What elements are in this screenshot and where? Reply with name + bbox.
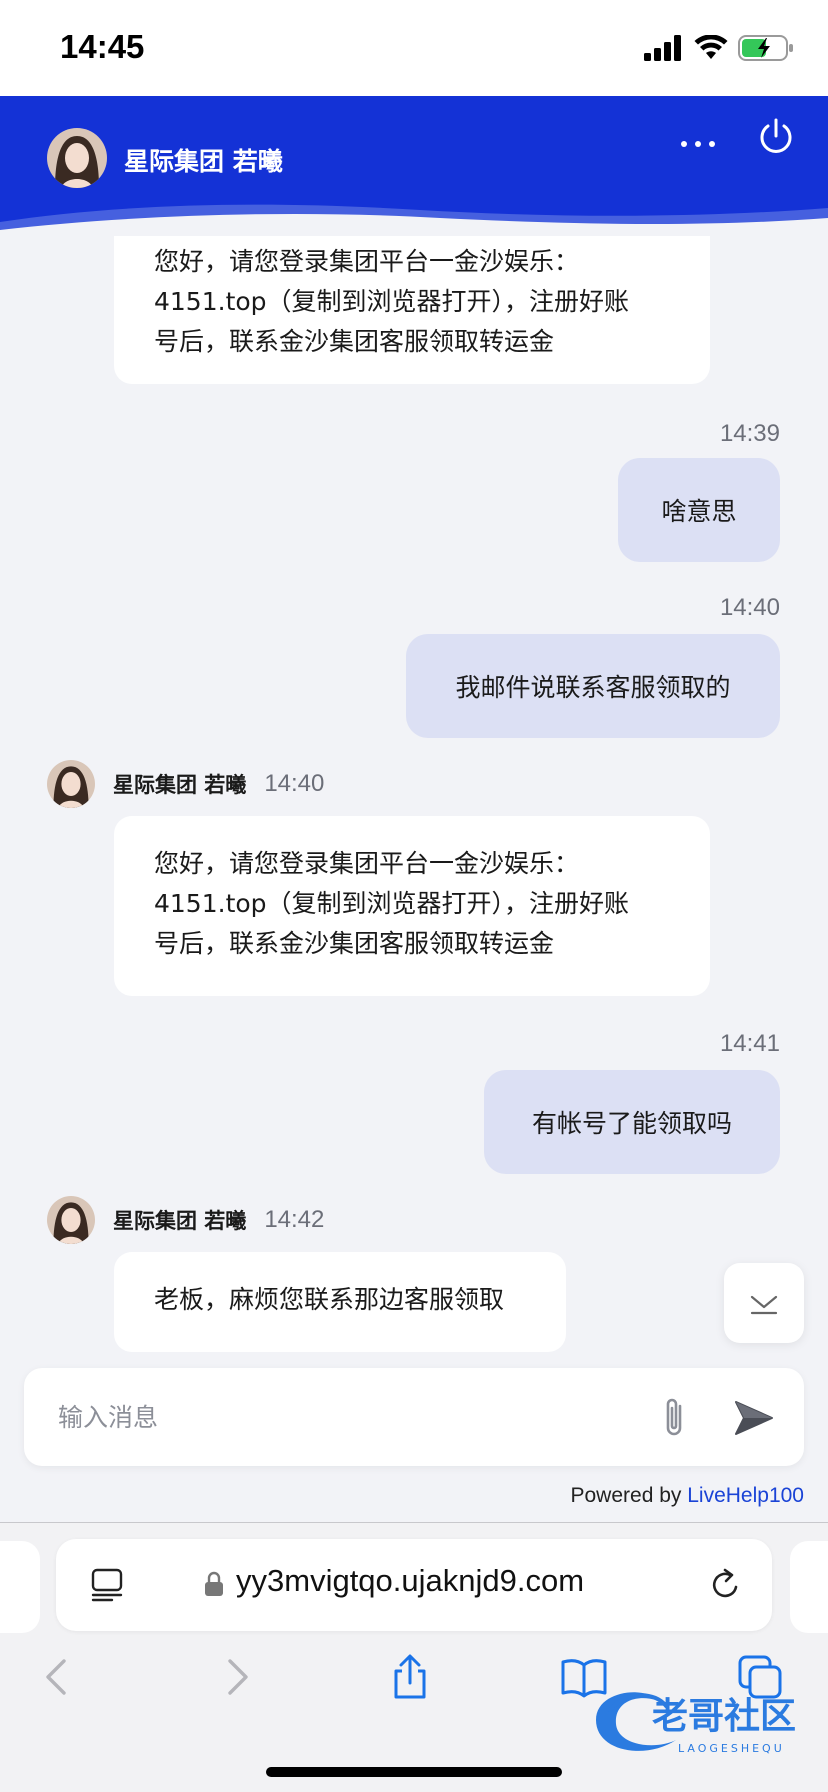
powered-by: Powered by LiveHelp100 bbox=[571, 1484, 805, 1508]
sender-row: 星际集团 若曦 14:42 bbox=[47, 1196, 324, 1244]
sender-row: 星际集团 若曦 14:40 bbox=[47, 760, 324, 808]
agent-avatar bbox=[47, 128, 107, 188]
message-bubble-incoming: 您好，请您登录集团平台一金沙娱乐： 4151.top（复制到浏览器打开），注册好… bbox=[114, 816, 710, 996]
status-time: 14:45 bbox=[60, 28, 145, 65]
message-timestamp: 14:40 bbox=[264, 770, 325, 797]
lock-icon bbox=[205, 1571, 223, 1596]
status-icons bbox=[644, 32, 794, 64]
wifi-icon bbox=[694, 35, 728, 59]
home-indicator bbox=[266, 1767, 562, 1777]
watermark-logo: 老哥社区 LAOGESHEQU bbox=[596, 1692, 796, 1755]
back-icon[interactable] bbox=[34, 1653, 82, 1701]
message-list[interactable]: 您好，请您登录集团平台一金沙娱乐： 4151.top（复制到浏览器打开），注册好… bbox=[0, 236, 828, 1364]
powered-by-prefix: Powered by bbox=[570, 1484, 688, 1507]
url-text: yy3mvigtqo.ujaknjd9.com bbox=[236, 1563, 585, 1598]
scroll-to-bottom-button[interactable] bbox=[724, 1263, 804, 1343]
share-icon[interactable] bbox=[386, 1653, 434, 1701]
agent-avatar bbox=[47, 760, 95, 808]
reload-icon[interactable] bbox=[708, 1567, 744, 1603]
reader-icon[interactable] bbox=[90, 1567, 124, 1603]
powered-by-link[interactable]: LiveHelp100 bbox=[687, 1484, 804, 1507]
message-line: 您好，请您登录集团平台一金沙娱乐： bbox=[154, 849, 580, 878]
battery-icon bbox=[738, 35, 793, 61]
status-bar: 14:45 bbox=[0, 0, 828, 96]
more-dots-icon[interactable] bbox=[678, 132, 718, 156]
sender-name: 星际集团 若曦 bbox=[113, 773, 247, 797]
message-text: 啥意思 bbox=[661, 497, 737, 526]
paperclip-icon[interactable] bbox=[654, 1396, 694, 1440]
message-timestamp: 14:41 bbox=[719, 1030, 780, 1057]
message-bubble-incoming: 老板，麻烦您联系那边客服领取 bbox=[114, 1252, 566, 1352]
power-icon[interactable] bbox=[756, 116, 796, 156]
address-bar[interactable]: yy3mvigtqo.ujaknjd9.com bbox=[56, 1539, 772, 1631]
message-timestamp: 14:39 bbox=[719, 420, 780, 447]
watermark-subtext: LAOGESHEQU bbox=[678, 1742, 785, 1755]
agent-avatar bbox=[47, 1196, 95, 1244]
message-line: 4151.top（复制到浏览器打开），注册好账 bbox=[154, 287, 630, 316]
previous-tab-preview[interactable] bbox=[0, 1541, 40, 1633]
next-tab-preview[interactable] bbox=[790, 1541, 828, 1633]
message-input[interactable] bbox=[58, 1392, 618, 1442]
message-text: 有帐号了能领取吗 bbox=[531, 1109, 732, 1138]
chat-title: 星际集团 若曦 bbox=[124, 147, 283, 176]
header-wave bbox=[0, 204, 828, 236]
chat-header: 星际集团 若曦 bbox=[0, 96, 828, 236]
message-composer bbox=[24, 1368, 804, 1466]
message-bubble-outgoing: 啥意思 bbox=[618, 458, 780, 562]
message-timestamp: 14:40 bbox=[719, 594, 780, 621]
sender-name: 星际集团 若曦 bbox=[113, 1209, 247, 1233]
message-bubble-outgoing: 有帐号了能领取吗 bbox=[484, 1070, 780, 1174]
message-line: 老板，麻烦您联系那边客服领取 bbox=[154, 1285, 505, 1314]
signal-icon bbox=[644, 35, 681, 61]
message-bubble-incoming: 您好，请您登录集团平台一金沙娱乐： 4151.top（复制到浏览器打开），注册好… bbox=[114, 236, 710, 384]
forward-icon[interactable] bbox=[212, 1653, 260, 1701]
message-timestamp: 14:42 bbox=[264, 1206, 325, 1233]
message-bubble-outgoing: 我邮件说联系客服领取的 bbox=[406, 634, 780, 738]
message-line: 号后，联系金沙集团客服领取转运金 bbox=[154, 929, 555, 958]
send-icon[interactable] bbox=[732, 1396, 776, 1440]
message-line: 您好，请您登录集团平台一金沙娱乐： bbox=[154, 247, 580, 276]
chevron-down-icon bbox=[750, 1295, 778, 1315]
message-line: 4151.top（复制到浏览器打开），注册好账 bbox=[154, 889, 630, 918]
message-line: 号后，联系金沙集团客服领取转运金 bbox=[154, 327, 555, 356]
watermark-text: 老哥社区 bbox=[652, 1696, 796, 1737]
message-text: 我邮件说联系客服领取的 bbox=[455, 673, 731, 702]
